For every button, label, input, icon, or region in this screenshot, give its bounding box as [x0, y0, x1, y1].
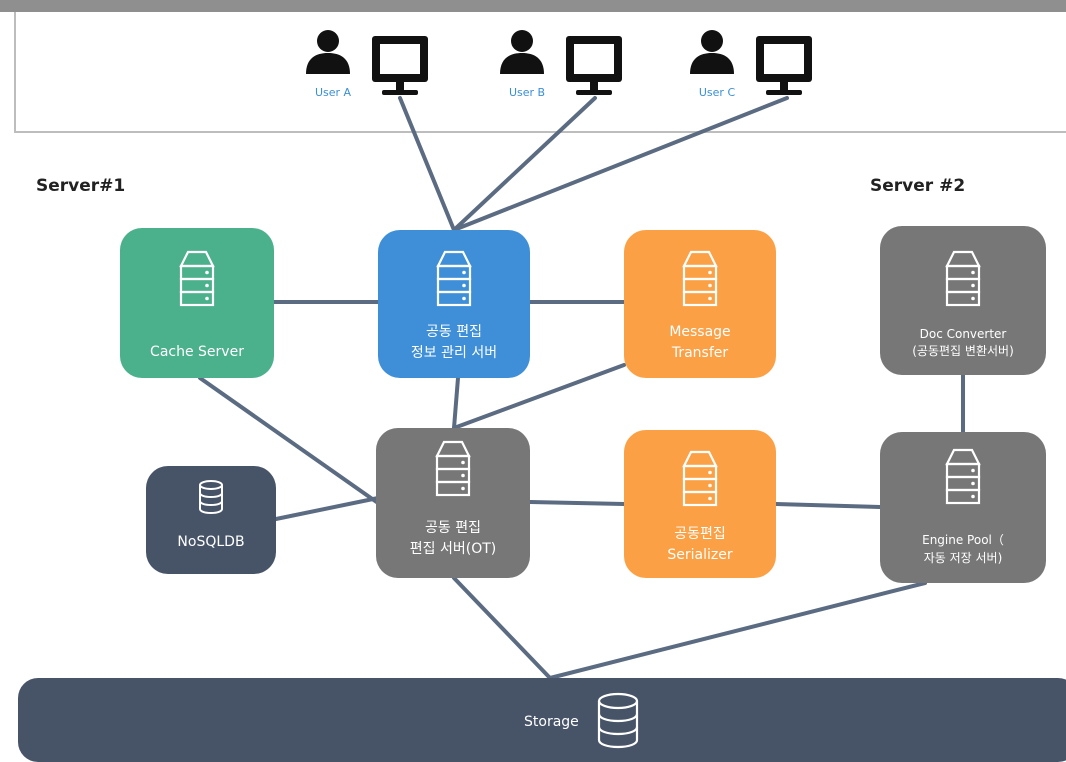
user-icon: [500, 30, 544, 74]
line-userB-info: [452, 96, 597, 232]
connector-lines: [198, 96, 965, 680]
line-engine-storage: [548, 581, 927, 680]
node-label-line2: (공동편집 변환서버): [912, 344, 1014, 358]
server2-label: Server #2: [870, 176, 966, 196]
engine-pool-node: Engine Pool（ 자동 저장 서버): [880, 432, 1046, 583]
storage-label: Storage: [524, 714, 579, 730]
node-label-line2: Transfer: [671, 345, 729, 361]
server-icon: [682, 450, 718, 507]
line-serializer-engine: [774, 502, 882, 509]
node-label: Cache Server: [150, 344, 244, 360]
user-icon: [690, 30, 734, 74]
node-label-line1: 공동 편집: [426, 324, 482, 340]
node-label-line1: 공동편집: [674, 526, 726, 542]
user-label: User A: [314, 86, 352, 99]
line-userC-info: [452, 96, 789, 232]
server-icon: [436, 250, 472, 307]
server-icon: [682, 250, 718, 307]
server-icon: [179, 250, 215, 307]
line-userA-info: [398, 96, 456, 232]
database-icon: [597, 692, 639, 749]
monitor-icon: [756, 36, 812, 95]
node-label-line1: Message: [669, 324, 731, 340]
storage-node: Storage: [18, 678, 1066, 762]
monitor-icon: [372, 36, 428, 95]
database-icon: [199, 480, 223, 514]
doc-converter-node: Doc Converter (공동편집 변환서버): [880, 226, 1046, 375]
node-label-line1: Doc Converter: [919, 327, 1007, 341]
cache-server-node: Cache Server: [120, 228, 274, 378]
collab-info-server-node: 공동 편집 정보 관리 서버: [378, 230, 530, 378]
server-icon: [945, 448, 981, 505]
nosqldb-node: NoSQLDB: [146, 466, 276, 574]
user-label: User B: [508, 86, 546, 99]
line-edit-serializer: [528, 500, 626, 506]
line-nosql-edit: [274, 496, 380, 521]
line-edit-storage: [452, 576, 552, 680]
node-label-line2: 자동 저장 서버): [923, 551, 1003, 565]
user-label: User C: [698, 86, 736, 99]
server-icon: [945, 250, 981, 307]
node-label-line1: Engine Pool（: [922, 533, 1004, 547]
serializer-node: 공동편집 Serializer: [624, 430, 776, 578]
user-icon: [306, 30, 350, 74]
collab-edit-server-node: 공동 편집 편집 서버(OT): [376, 428, 530, 578]
message-transfer-node: Message Transfer: [624, 230, 776, 378]
node-label: NoSQLDB: [177, 534, 245, 550]
node-label-line2: Serializer: [667, 547, 733, 563]
server-icon: [435, 440, 471, 497]
monitor-icon: [566, 36, 622, 95]
node-label-line1: 공동 편집: [425, 520, 481, 536]
node-label-line2: 편집 서버(OT): [409, 541, 497, 557]
node-label-line2: 정보 관리 서버: [410, 345, 498, 361]
server1-label: Server#1: [36, 176, 126, 196]
line-info-edit: [452, 376, 460, 430]
